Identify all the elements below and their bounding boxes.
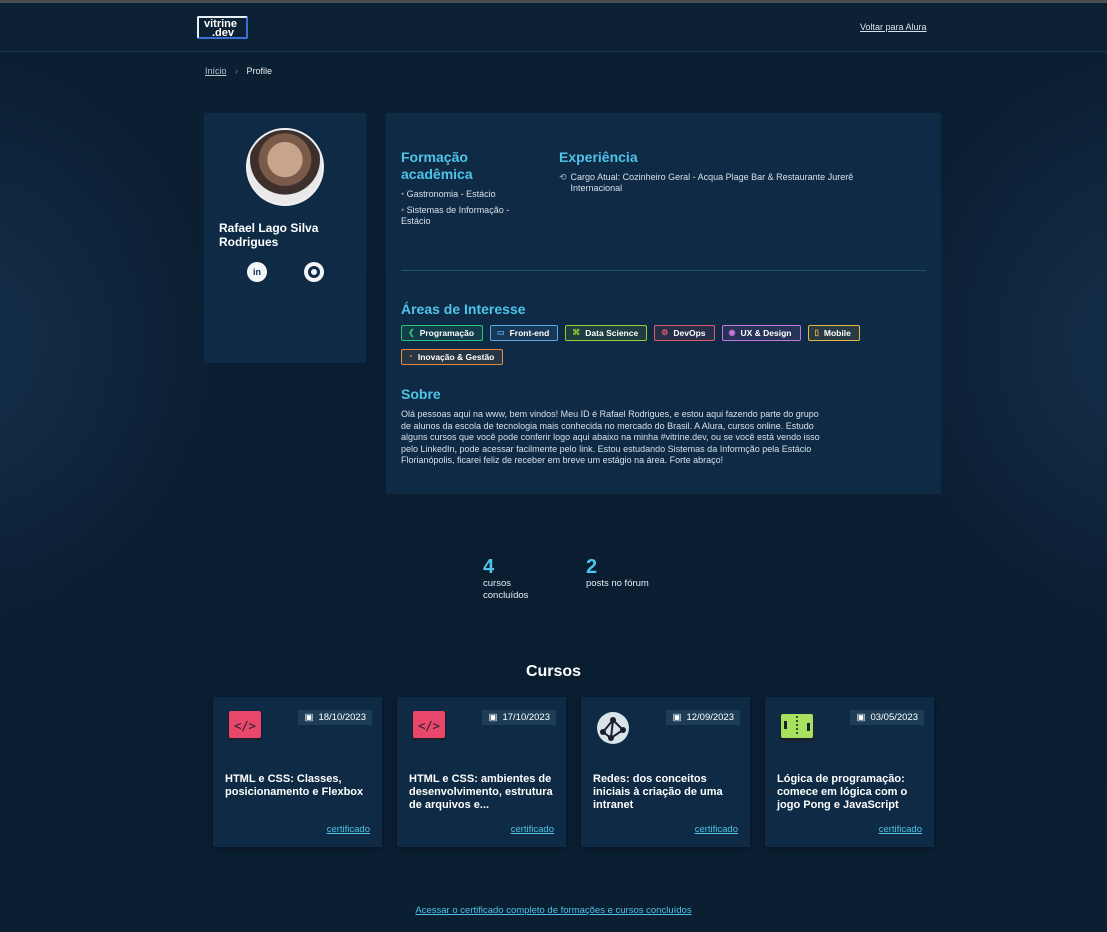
course-title: Lógica de programação: comece em lógica … xyxy=(777,773,908,811)
stat-label: posts no fórum xyxy=(586,578,649,589)
course-title: Redes: dos conceitos iniciais à criação … xyxy=(593,773,723,811)
profile-info-card: Formação acadêmica • Gastronomia - Estác… xyxy=(386,113,941,494)
full-certificate-link[interactable]: Acessar o certificado completo de formaç… xyxy=(0,905,1107,916)
course-date: ▣ 12/09/2023 xyxy=(666,710,740,725)
course-list: </> ▣ 18/10/2023 HTML e CSS: Classes, pos… xyxy=(213,697,934,847)
breadcrumb: Início › Profile xyxy=(205,66,272,76)
profile-name: Rafael Lago Silva Rodrigues xyxy=(219,221,319,249)
back-to-alura-link[interactable]: Voltar para Alura xyxy=(860,22,927,32)
course-card[interactable]: ▣ 12/09/2023 Redes: dos conceitos iniciai… xyxy=(581,697,750,847)
tag-data-science[interactable]: ⌘ Data Science xyxy=(565,325,648,341)
html-css-icon: </> xyxy=(228,711,262,740)
breadcrumb-separator-icon: › xyxy=(235,66,239,76)
stat-label: concluídos xyxy=(483,590,529,601)
about-text: Olá pessoas aqui na www, bem vindos! Meu… xyxy=(401,409,820,465)
certificate-link[interactable]: certificado xyxy=(879,824,922,835)
tag-label: Front-end xyxy=(509,328,550,338)
course-card[interactable]: </> ▣ 17/10/2023 HTML e CSS: ambientes de… xyxy=(397,697,566,847)
profile-card: Rafael Lago Silva Rodrigues in xyxy=(204,113,366,363)
code-icon: ❮ xyxy=(408,328,415,337)
tag-label: Mobile xyxy=(823,328,851,338)
layout-icon: ▭ xyxy=(497,328,505,337)
tag-label: Programação xyxy=(419,328,475,338)
date-label: 12/09/2023 xyxy=(686,712,734,723)
stat-forum-posts: 2 posts no fórum xyxy=(586,556,649,590)
stat-value: 2 xyxy=(586,556,598,578)
calendar-icon: ▣ xyxy=(304,712,314,723)
certificate-link[interactable]: certificado xyxy=(511,824,554,835)
calendar-icon: ▣ xyxy=(488,712,498,723)
avatar xyxy=(246,128,324,206)
top-header: vitrine .dev Voltar para Alura xyxy=(0,3,1107,52)
experience-title: Experiência xyxy=(559,149,638,165)
course-date: ▣ 17/10/2023 xyxy=(482,710,556,725)
course-card[interactable]: ▣ 03/05/2023 Lógica de programação: comec… xyxy=(765,697,934,847)
education-title: Formação acadêmica xyxy=(401,149,473,182)
svg-text:</>: </> xyxy=(234,719,256,733)
course-title: HTML e CSS: ambientes de desenvolvimento… xyxy=(409,773,553,811)
tag-devops[interactable]: ⚙ DevOps xyxy=(654,325,715,341)
course-date: ▣ 03/05/2023 xyxy=(850,710,924,725)
stat-courses: 4 cursos concluídos xyxy=(483,556,528,602)
experience-current: Cargo Atual: Cozinheiro Geral - Acqua Pl… xyxy=(570,172,854,193)
interest-tags: ❮ Programação ▭ Front-end ⌘ Data Science ⚙ D… xyxy=(401,325,921,365)
date-label: 18/10/2023 xyxy=(318,712,366,723)
course-date: ▣ 18/10/2023 xyxy=(298,710,372,725)
svg-text:</>: </> xyxy=(418,719,440,733)
tag-mobile[interactable]: ▯ Mobile xyxy=(807,325,860,341)
tag-label: UX & Design xyxy=(740,328,792,338)
history-icon: ⟲ xyxy=(559,172,567,182)
linkedin-icon[interactable]: in xyxy=(247,262,267,282)
breadcrumb-current: Profile xyxy=(246,66,273,76)
breadcrumb-home-link[interactable]: Início xyxy=(205,66,227,76)
calendar-icon: ▣ xyxy=(856,712,866,723)
logic-icon xyxy=(780,714,814,741)
calendar-icon: ▣ xyxy=(672,712,682,723)
stat-value: 4 xyxy=(483,556,495,578)
education-item: • Sistemas de Informação - Estácio xyxy=(401,205,541,227)
certificate-link[interactable]: certificado xyxy=(695,824,738,835)
tag-front-end[interactable]: ▭ Front-end xyxy=(490,325,559,341)
course-title: HTML e CSS: Classes, posicionamento e Fl… xyxy=(225,773,364,798)
bulb-icon: ◔ xyxy=(408,352,413,361)
logo-line2: .dev xyxy=(212,27,235,39)
tag-programacao[interactable]: ❮ Programação xyxy=(401,325,484,341)
tag-label: Inovação & Gestão xyxy=(417,352,495,362)
network-icon xyxy=(597,712,629,744)
experience-item: ⟲ Cargo Atual: Cozinheiro Geral - Acqua … xyxy=(559,172,899,194)
github-icon[interactable] xyxy=(304,262,324,282)
education-item-label: Sistemas de Informação - Estácio xyxy=(401,205,510,226)
date-label: 03/05/2023 xyxy=(870,712,918,723)
courses-title: Cursos xyxy=(525,663,582,680)
gear-icon: ⚙ xyxy=(661,328,669,337)
tag-inovacao-gestao[interactable]: ◔ Inovação & Gestão xyxy=(401,349,504,365)
education-item-label: Gastronomia - Estácio xyxy=(406,189,496,199)
tag-ux-design[interactable]: ◉ UX & Design xyxy=(721,325,801,341)
phone-icon: ▯ xyxy=(814,328,819,337)
education-item: • Gastronomia - Estácio xyxy=(401,189,541,200)
tag-label: Data Science xyxy=(585,328,639,338)
certificate-link[interactable]: certificado xyxy=(327,824,370,835)
stat-label: cursos xyxy=(483,578,511,589)
eye-icon: ◉ xyxy=(728,328,736,337)
about-title: Sobre xyxy=(401,386,441,402)
section-divider xyxy=(401,270,926,271)
course-card[interactable]: </> ▣ 18/10/2023 HTML e CSS: Classes, pos… xyxy=(213,697,382,847)
tag-label: DevOps xyxy=(673,328,706,338)
date-label: 17/10/2023 xyxy=(502,712,550,723)
html-css-icon: </> xyxy=(412,711,446,740)
chart-icon: ⌘ xyxy=(572,328,581,337)
vitrine-dev-logo[interactable]: vitrine .dev xyxy=(197,16,248,39)
interests-title: Áreas de Interesse xyxy=(401,301,526,317)
